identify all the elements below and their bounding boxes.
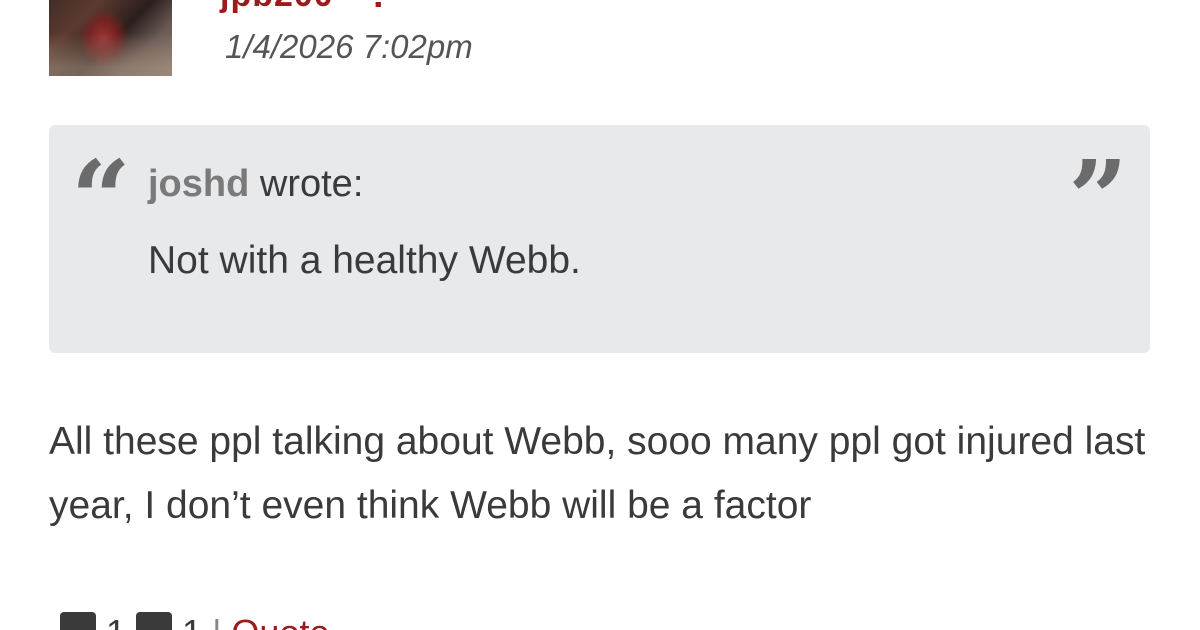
forum-post: jpb200 ! 1/4/2026 7:02pm “ ” joshd wrote… <box>0 0 1200 630</box>
footer-separator: | <box>212 612 221 630</box>
quote-header: joshd wrote: <box>148 163 363 206</box>
quote-block: “ ” joshd wrote: Not with a healthy Webb… <box>49 125 1150 353</box>
avatar[interactable] <box>49 0 172 76</box>
user-badge-icon: ! <box>372 0 385 17</box>
thumbs-down-icon[interactable] <box>136 612 173 630</box>
thumbs-up-icon[interactable] <box>60 612 96 630</box>
quote-button[interactable]: Quote <box>231 612 329 630</box>
post-footer: 1 1 | Quote <box>60 612 330 630</box>
post-body: All these ppl talking about Webb, sooo m… <box>49 420 1146 527</box>
post-author-link[interactable]: jpb200 <box>220 0 334 15</box>
like-count: 1 <box>106 612 126 630</box>
open-quote-icon: “ <box>71 147 131 207</box>
close-quote-icon: ” <box>1068 147 1128 207</box>
quote-wrote-label: wrote: <box>259 163 364 205</box>
quote-text: Not with a healthy Webb. <box>148 239 581 282</box>
post-timestamp: 1/4/2026 7:02pm <box>225 28 473 65</box>
quote-author-link[interactable]: joshd <box>148 163 249 205</box>
dislike-count: 1 <box>182 612 202 630</box>
